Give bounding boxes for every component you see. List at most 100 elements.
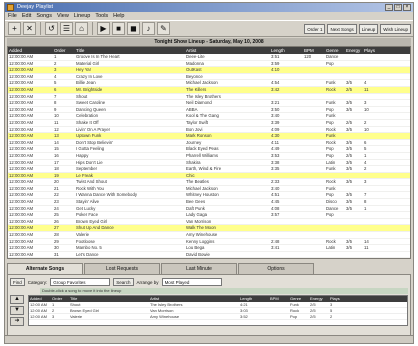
next-songs-button[interactable]: Next Songs [327,24,357,34]
table-cell [303,67,325,73]
table-row[interactable]: 12:00:00 AM 14 Don't Stop Believin' Journey… [8,140,410,147]
close-button[interactable]: × [403,4,411,11]
table-row[interactable]: 12:00:00 AM 7 Shout The Isley Brothers [8,94,410,101]
minimize-button[interactable]: _ [385,4,393,11]
category-select[interactable]: Group Favorites [50,278,111,287]
table-row[interactable]: 12:00:00 AM 30 Mambo No. 5 Lou Bega 3:41 Lati… [8,245,410,252]
menu-help[interactable]: Help [113,12,124,20]
move-up-icon[interactable]: ▲ [10,295,24,305]
table-cell: 3:53 [271,152,280,158]
table-cell [345,54,363,60]
column-header[interactable]: Order [53,47,75,54]
play-icon[interactable]: ▶ [97,22,110,35]
column-header[interactable]: Title [75,47,185,54]
delete-icon[interactable]: ✕ [23,22,36,35]
column-header[interactable]: Energy [345,47,363,54]
tab-last-minute[interactable]: Last Minute [161,263,237,275]
add-icon[interactable]: + [8,22,21,35]
refresh-icon[interactable]: ↺ [45,22,58,35]
table-row[interactable]: 12:00:00 AM 11 Shake It Off Taylor Swift 3:3… [8,120,410,127]
menu-view[interactable]: View [57,12,69,20]
order-button[interactable]: Order 1 [304,24,326,34]
table-row[interactable]: 12:00:00 AM 18 September Earth, Wind & Fire… [8,166,410,173]
table-cell: 10 [364,106,369,112]
table-row[interactable]: 12:00:00 AM 10 Celebration Kool & The Gang 3… [8,113,410,120]
column-header[interactable]: BPM [303,47,325,54]
alternate-song-grid: Added Order Title Artist Length BPM Genr… [28,295,408,327]
table-row[interactable]: 12:00:00 AM 6 Mr. Brightside The Killers 3:4… [8,86,410,94]
table-row[interactable]: 12:00:00 AM 29 Footloose Kenny Loggins 2:48 R… [8,239,410,246]
table-cell: Billie Jean [76,80,96,86]
table-row[interactable]: 12:00:00 AM 27 Shut Up And Dance Walk The M… [8,225,410,233]
table-row[interactable]: 12:00:00 AM 24 Get Lucky Daft Punk 4:08 Dance… [8,206,410,213]
table-row[interactable]: 12:00:00 AM 19 Le Freak Chic [8,172,410,180]
table-cell: 3:35 [271,166,280,172]
table-cell: 1 [54,54,57,59]
find-button[interactable]: Find [10,278,25,287]
stop-icon[interactable]: ■ [112,22,125,35]
table-cell: Rock [326,139,336,145]
menu-songs[interactable]: Songs [36,12,52,20]
edit-icon[interactable]: ✎ [157,22,170,35]
record-icon[interactable]: ◼ [127,22,140,35]
table-row[interactable]: 12:00:00 AM 26 Brown Eyed Girl Van Morrison [8,219,410,226]
tab-alternate-songs[interactable]: Alternate Songs [7,263,83,275]
table-cell [303,61,325,67]
table-cell: Earth, Wind & Fire [186,166,222,172]
table-row[interactable]: 12:00:00 AM 25 Poker Face Lady Gaga 3:57 Pop [8,212,410,219]
table-row[interactable]: 12:00:00 AM 21 Rock With You Michael Jackso… [8,186,410,193]
table-cell: 3 [54,67,57,73]
table-row[interactable]: 12:00:00 AM 8 Sweet Caroline Neil Diamond 3:… [8,100,410,107]
search-button[interactable]: Search [113,278,134,287]
table-row[interactable]: 12:00:00 AM 5 Billie Jean Michael Jackson 4:… [8,80,410,87]
menu-tools[interactable]: Tools [95,12,108,20]
table-row[interactable]: 12:00:00 AM 4 Crazy In Love Beyonce [8,74,410,81]
home-icon[interactable]: ⌂ [75,22,88,35]
insert-icon[interactable]: ➜ [10,317,24,327]
table-row[interactable]: 12:00:00 AM 2 Material Girl Madonna 3:59 Pop [8,61,410,68]
table-row[interactable]: 12:00:00 AM 17 Hips Don't Lie Shakira 3:38 La… [8,160,410,167]
table-cell [303,219,325,225]
column-header[interactable]: Length [270,47,303,54]
table-row[interactable]: 12:00:00 AM 23 Stayin' Alive Bee Gees 4:45 Di… [8,199,410,206]
menu-file[interactable]: File [8,12,17,20]
column-header[interactable]: Plays [363,47,378,54]
table-row[interactable]: 12:00:00 AM 16 Happy Pharrell Williams 3:53 P… [8,153,410,160]
table-row[interactable]: 12:00:00 AM 13 Uptown Funk Mark Ronson 4:30 F… [8,133,410,140]
table-row[interactable]: 12:00:00 AM 22 I Wanna Dance With Somebody… [8,192,410,200]
table-cell: Chic [186,172,195,178]
lineup-button[interactable]: Lineup [358,24,379,34]
column-header[interactable]: Artist [185,47,270,54]
table-cell: Brown Eyed Girl [70,308,99,314]
table-row[interactable]: 12:00:00 AM 31 Let's Dance David Bowie [8,252,410,259]
table-row[interactable]: 12:00:00 AM 12 Livin' On A Prayer Bon Jovi 4… [8,127,410,134]
column-header[interactable]: Genre [325,47,345,54]
table-row[interactable]: 12:00:00 AM 1 Groove Is In The Heart Deee-L… [8,54,410,61]
list-item[interactable]: 12:00 AM 3 Valerie Amy Winehouse 3:52 Pop 2/5 2 [29,314,407,321]
table-cell [345,173,363,179]
table-row[interactable]: 12:00:00 AM 15 I Gotta Feeling Black Eyed P… [8,146,410,153]
menu-lineup[interactable]: Lineup [74,12,91,20]
table-cell [303,153,325,159]
table-row[interactable]: 12:00:00 AM 20 Twist And Shout The Beatles 2… [8,179,410,186]
table-cell: Livin' On A Prayer [76,126,111,132]
table-cell: 2:33 [271,179,280,185]
music-note-icon[interactable]: ♪ [142,22,155,35]
tab-options[interactable]: Options [238,263,314,275]
move-down-icon[interactable]: ▼ [10,306,24,316]
maximize-button[interactable]: □ [394,4,402,11]
table-row[interactable]: 12:00:00 AM 9 Dancing Queen ABBA 3:50 Pop 3/5 1… [8,107,410,114]
table-cell [303,206,325,212]
menu-edit[interactable]: Edit [22,12,31,20]
wish-lineup-button[interactable]: Wish Lineup [380,24,411,34]
toolbar-separator [40,22,41,35]
list-icon[interactable]: ☰ [60,22,73,35]
arrange-select[interactable]: Most Played [161,278,222,287]
table-cell: 1 [52,302,55,308]
column-header[interactable]: Added [8,47,53,54]
table-row[interactable]: 12:00:00 AM 3 Hey Ya! OutKast 4:10 [8,67,410,74]
tab-lost-requests[interactable]: Lost Requests [84,263,160,275]
table-cell: 3 [52,314,55,320]
table-row[interactable]: 12:00:00 AM 28 Valerie Amy Winehouse [8,232,410,239]
table-cell: 2 [54,60,57,66]
